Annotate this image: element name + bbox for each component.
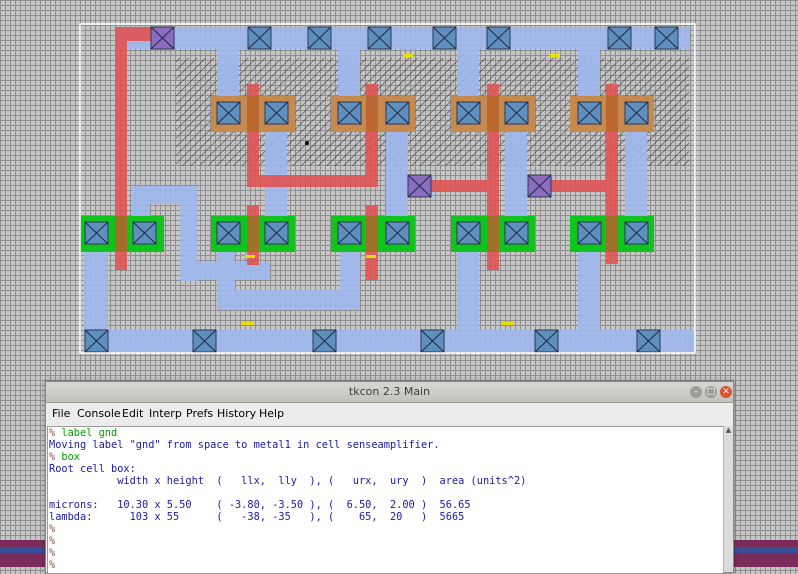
metal-contact (337, 101, 362, 125)
close-button[interactable]: ✕ (720, 386, 732, 398)
metal-contact (337, 221, 362, 245)
menu-console[interactable]: Console (77, 407, 121, 420)
menu-file[interactable]: File (52, 407, 70, 420)
metal-contact (264, 221, 289, 245)
via-contact (150, 26, 175, 50)
cursor-point (305, 141, 309, 145)
scrollbar[interactable]: ▲ (723, 426, 733, 572)
metal-contact (534, 329, 559, 353)
console-line: % (49, 523, 56, 535)
metal-contact (420, 329, 445, 353)
metal-contact (624, 101, 649, 125)
metal-contact (307, 26, 332, 50)
metal-contact (456, 101, 481, 125)
menu-history[interactable]: History (217, 407, 256, 420)
metal-contact (577, 221, 602, 245)
console-line: % (49, 535, 56, 547)
metal-contact (132, 221, 157, 245)
maximize-button[interactable]: □ (705, 386, 717, 398)
metal-contact (247, 26, 272, 50)
metal-contact (84, 329, 109, 353)
metal-contact (456, 221, 481, 245)
console-line: % (49, 547, 56, 559)
via-contact (407, 174, 432, 198)
console-line: % box (49, 451, 81, 463)
metal-contact (385, 101, 410, 125)
tkcon-window[interactable]: tkcon 2.3 Main – □ ✕ File Console Edit I… (45, 381, 734, 574)
metal-contact (367, 26, 392, 50)
console-line: Moving label "gnd" from space to metal1 … (49, 439, 440, 451)
metal-contact (607, 26, 632, 50)
metal-contact (264, 101, 289, 125)
window-title: tkcon 2.3 Main (348, 385, 431, 398)
metal-contact (504, 101, 529, 125)
metal-contact (432, 26, 457, 50)
menu-edit[interactable]: Edit (122, 407, 143, 420)
metal-contact (312, 329, 337, 353)
via-contact (527, 174, 552, 198)
metal-contact (216, 221, 241, 245)
console-line: width x height ( llx, lly ), ( urx, ury … (49, 475, 527, 487)
metal-contact (654, 26, 679, 50)
menu-bar: File Console Edit Interp Prefs History H… (46, 403, 733, 425)
console-line: Root cell box: (49, 463, 136, 475)
metal-contact (486, 26, 511, 50)
console-line: lambda: 103 x 55 ( -38, -35 ), ( 65, 20 … (49, 511, 465, 523)
metal-contact (84, 221, 109, 245)
scroll-up-icon[interactable]: ▲ (724, 426, 733, 435)
metal-contact (192, 329, 217, 353)
metal-contact (385, 221, 410, 245)
metal-contact (636, 329, 661, 353)
metal-contact (504, 221, 529, 245)
console-output[interactable]: % label gnd Moving label "gnd" from space… (47, 426, 724, 574)
metal-contact (577, 101, 602, 125)
menu-interp[interactable]: Interp (149, 407, 182, 420)
metal-contact (216, 101, 241, 125)
console-line: % (49, 559, 56, 571)
console-line: % label gnd (49, 427, 118, 439)
minimize-button[interactable]: – (690, 386, 702, 398)
menu-help[interactable]: Help (259, 407, 284, 420)
console-line: microns: 10.30 x 5.50 ( -3.80, -3.50 ), … (49, 499, 471, 511)
metal-contact (624, 221, 649, 245)
menu-prefs[interactable]: Prefs (186, 407, 213, 420)
title-bar[interactable]: tkcon 2.3 Main – □ ✕ (46, 382, 733, 403)
